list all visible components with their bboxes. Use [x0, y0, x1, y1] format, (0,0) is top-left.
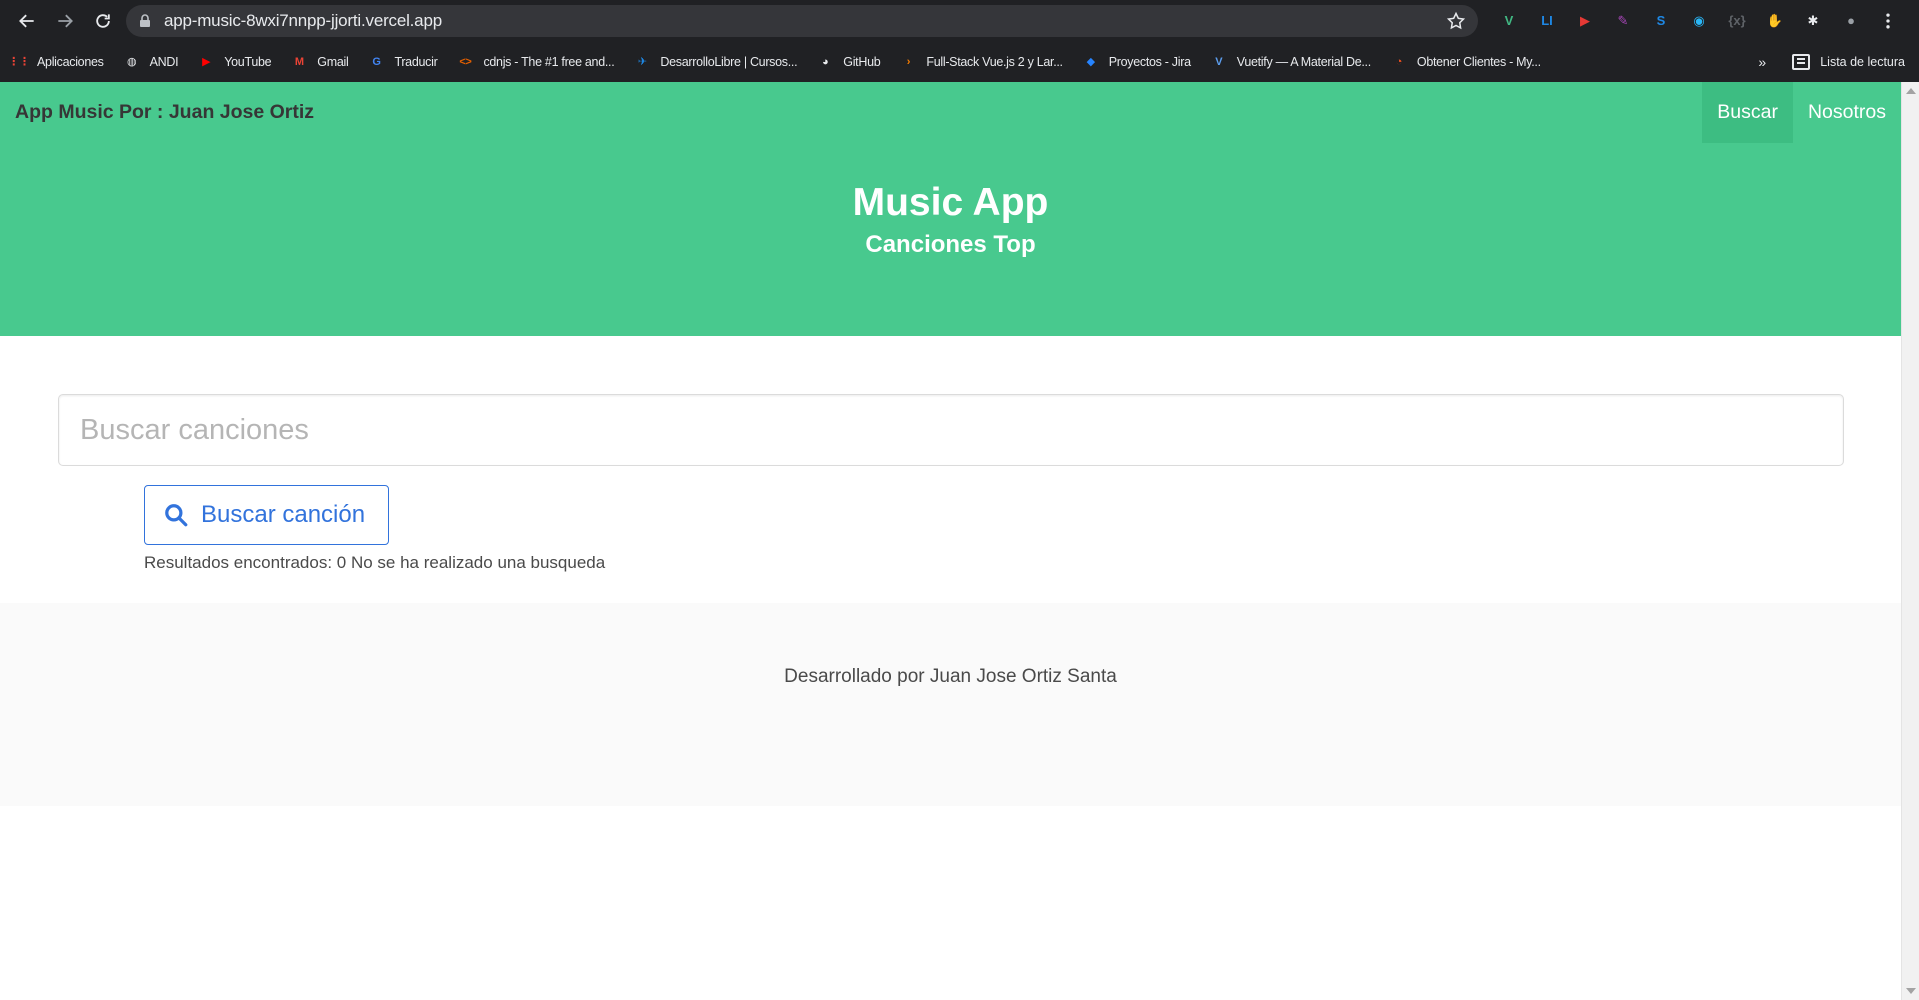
globe-icon: ◍: [126, 56, 137, 68]
bookmark-label: Gmail: [317, 54, 349, 69]
forward-icon[interactable]: [46, 3, 84, 39]
bookmark-label: DesarrolloLibre | Cursos...: [660, 54, 798, 69]
cdnjs-icon: <>: [459, 55, 472, 68]
gmail-icon: M: [294, 55, 304, 68]
bookmark-item[interactable]: ▶ YouTube: [197, 53, 271, 71]
search-input[interactable]: [58, 394, 1844, 466]
apps-grid-icon: ⋮⋮: [8, 56, 30, 68]
desarrollolibre-icon: ✈: [637, 56, 647, 68]
bookmark-label: Obtener Clientes - My...: [1416, 54, 1541, 69]
search-icon: [165, 504, 188, 527]
sound-ext-icon[interactable]: ◉: [1686, 8, 1712, 34]
s-ext-icon[interactable]: S: [1648, 8, 1674, 34]
url-text: app-music-8wxi7nnpp-jjorti.vercel.app: [164, 10, 442, 30]
stop-ext-icon[interactable]: ✋: [1762, 8, 1788, 34]
hero-title: Music App: [852, 181, 1049, 224]
search-button[interactable]: Buscar canción: [144, 485, 390, 545]
bookmark-label: cdnjs - The #1 free and...: [483, 54, 615, 69]
github-icon: ◕: [822, 55, 829, 68]
navbar: App Music Por : Juan Jose Ortiz Buscar N…: [0, 82, 1901, 143]
bookmark-label: Traducir: [394, 54, 438, 69]
bookmark-item[interactable]: <> cdnjs - The #1 free and...: [456, 53, 614, 71]
bookmark-item[interactable]: V Vuetify — A Material De...: [1210, 53, 1371, 71]
bookmark-item[interactable]: › Full-Stack Vue.js 2 y Lar...: [899, 53, 1063, 71]
bookmark-item[interactable]: ◕ GitHub: [816, 53, 881, 71]
vue-devtools-icon[interactable]: V: [1496, 8, 1522, 34]
bookmark-star-icon[interactable]: [1446, 11, 1466, 31]
translate-icon: G: [372, 55, 381, 68]
search-section: Buscar canción Resultados encontrados: 0…: [0, 336, 1901, 603]
scroll-down-icon[interactable]: [1906, 988, 1916, 994]
bookmark-label: Vuetify — A Material De...: [1236, 54, 1371, 69]
page-content: App Music Por : Juan Jose Ortiz Buscar N…: [0, 82, 1901, 1000]
hero-subtitle: Canciones Top: [865, 230, 1036, 258]
reading-list-icon[interactable]: [1792, 53, 1811, 70]
browser-toolbar: app-music-8wxi7nnpp-jjorti.vercel.app VL…: [0, 0, 1919, 41]
bookmark-item[interactable]: G Traducir: [367, 53, 437, 71]
bookmark-item[interactable]: M Gmail: [290, 53, 349, 71]
player-ext-icon[interactable]: ▶: [1572, 8, 1598, 34]
clients-icon: ◔: [1395, 55, 1403, 68]
bookmark-item[interactable]: ✈ DesarrolloLibre | Cursos...: [633, 53, 798, 71]
nav-link-buscar[interactable]: Buscar: [1702, 82, 1793, 143]
browser-menu-icon[interactable]: [1876, 9, 1900, 33]
footer: Desarrollado por Juan Jose Ortiz Santa: [0, 603, 1901, 806]
bookmark-label: YouTube: [224, 54, 272, 69]
code-ext-icon[interactable]: {x}: [1724, 8, 1750, 34]
bookmark-item[interactable]: ◔ Obtener Clientes - My...: [1390, 53, 1541, 71]
bookmark-label: Aplicaciones: [37, 54, 104, 69]
navbar-links: Buscar Nosotros: [1702, 82, 1901, 143]
bookmarks-bar: ⋮⋮ Aplicaciones ◍ ANDI ▶ YouTube M Gmail G Traduc…: [0, 41, 1919, 82]
footer-text: Desarrollado por Juan Jose Ortiz Santa: [784, 666, 1117, 687]
youtube-icon: ▶: [202, 56, 211, 68]
jira-icon: ◆: [1086, 56, 1095, 68]
hero-banner: Music App Canciones Top: [0, 143, 1901, 336]
profile-avatar-icon[interactable]: ●: [1838, 8, 1864, 34]
reload-icon[interactable]: [84, 3, 122, 39]
bookmark-label: ANDI: [149, 54, 179, 69]
browser-chrome: app-music-8wxi7nnpp-jjorti.vercel.app VL…: [0, 0, 1919, 82]
bookmark-item[interactable]: ⋮⋮ Aplicaciones: [8, 53, 104, 71]
bookmarks-overflow-icon[interactable]: »: [1758, 54, 1766, 70]
udemy-icon: ›: [906, 55, 911, 68]
bookmark-item[interactable]: ◍ ANDI: [123, 53, 179, 71]
puzzle-icon[interactable]: ✱: [1800, 8, 1826, 34]
reading-list-label[interactable]: Lista de lectura: [1820, 55, 1905, 69]
address-bar[interactable]: app-music-8wxi7nnpp-jjorti.vercel.app: [126, 4, 1478, 37]
bookmark-item[interactable]: ◆ Proyectos - Jira: [1082, 53, 1191, 71]
scroll-up-icon[interactable]: [1906, 88, 1916, 94]
back-icon[interactable]: [8, 3, 46, 39]
search-button-label: Buscar canción: [201, 501, 366, 528]
bookmarks-bar-right: » Lista de lectura: [1758, 41, 1905, 82]
vuetify-icon: V: [1215, 55, 1223, 68]
results-text: Resultados encontrados: 0 No se ha reali…: [144, 553, 606, 572]
bookmark-label: Full-Stack Vue.js 2 y Lar...: [926, 54, 1063, 69]
extensions-bar: V LI ▶ ✎ S ◉ {x} ✋ ✱ ●: [1490, 8, 1870, 34]
lock-icon: [140, 13, 150, 27]
nav-link-nosotros[interactable]: Nosotros: [1793, 82, 1901, 143]
linkedin-helper-icon[interactable]: LI: [1534, 8, 1560, 34]
bookmark-label: GitHub: [843, 54, 881, 69]
page-scrollbar[interactable]: [1901, 82, 1919, 1000]
bookmark-label: Proyectos - Jira: [1108, 54, 1191, 69]
feather-ext-icon[interactable]: ✎: [1610, 8, 1636, 34]
navbar-brand[interactable]: App Music Por : Juan Jose Ortiz: [0, 101, 314, 124]
